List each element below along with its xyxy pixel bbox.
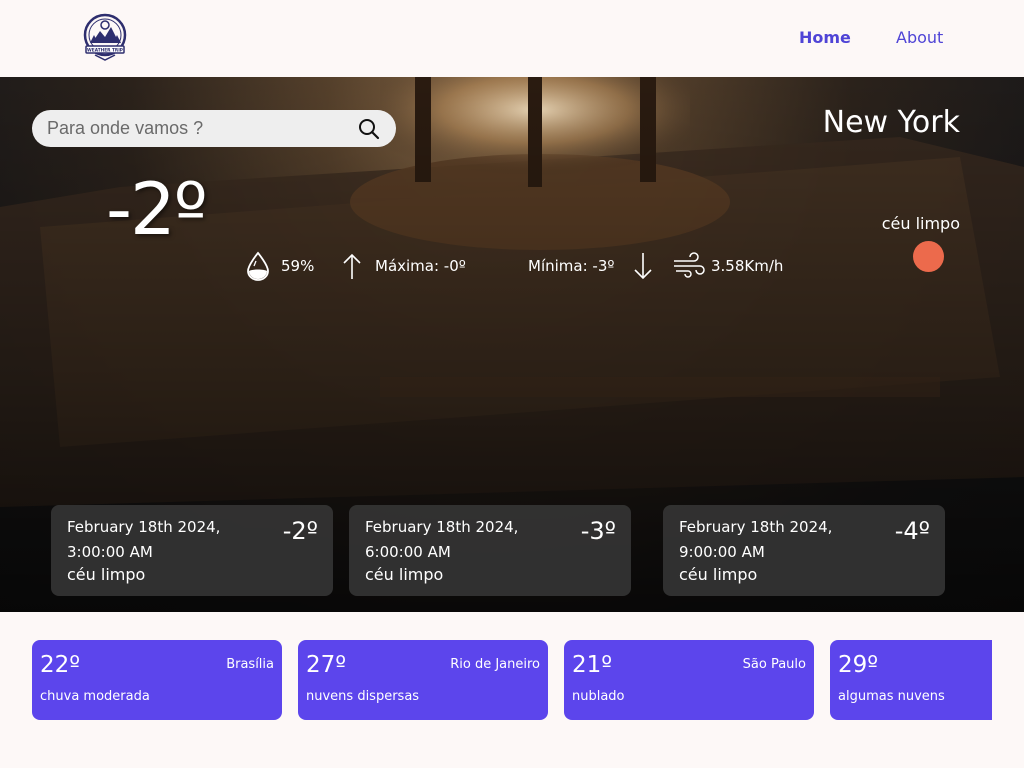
forecast-temperature: -4º xyxy=(894,517,930,545)
wind-speed: 3.58Km/h xyxy=(711,257,784,275)
forecast-description: céu limpo xyxy=(679,565,758,584)
weather-hero: -2º New York céu limpo 59% Máxima: -0º M… xyxy=(0,77,1024,612)
water-drop-icon xyxy=(247,251,269,281)
city-card-temperature: 29º xyxy=(838,652,879,678)
city-cards-section: 22º Brasília chuva moderada 27º Rio de J… xyxy=(0,612,1024,768)
search-icon[interactable] xyxy=(358,118,380,140)
wind-icon xyxy=(674,252,705,278)
weather-trip-logo[interactable]: WEATHER TRIP xyxy=(80,13,130,63)
nav-link-home[interactable]: Home xyxy=(799,28,851,47)
city-card-description: algumas nuvens xyxy=(838,689,945,704)
navbar: WEATHER TRIP Home About xyxy=(0,0,1024,77)
city-card[interactable]: 29º algumas nuvens xyxy=(830,640,992,720)
city-name: New York xyxy=(822,105,960,140)
city-card-name: São Paulo xyxy=(742,657,806,672)
min-temperature: Mínima: -3º xyxy=(528,257,615,275)
city-card-description: nuvens dispersas xyxy=(306,689,420,704)
forecast-date-line1: February 18th 2024, xyxy=(67,518,221,536)
city-cards-carousel[interactable]: 22º Brasília chuva moderada 27º Rio de J… xyxy=(0,612,992,768)
forecast-card: February 18th 2024, 9:00:00 AM céu limpo… xyxy=(663,505,945,596)
forecast-temperature: -2º xyxy=(282,517,318,545)
current-temperature: -2º xyxy=(106,167,208,251)
forecast-date-line2: 9:00:00 AM xyxy=(679,543,765,561)
forecast-date: February 18th 2024, 9:00:00 AM xyxy=(679,515,869,565)
city-card-brasilia[interactable]: 22º Brasília chuva moderada xyxy=(32,640,282,720)
humidity-value: 59% xyxy=(281,257,315,275)
forecast-description: céu limpo xyxy=(67,565,146,584)
forecast-temperature: -3º xyxy=(580,517,616,545)
forecast-date-line2: 6:00:00 AM xyxy=(365,543,451,561)
forecast-description: céu limpo xyxy=(365,565,444,584)
nav-link-about[interactable]: About xyxy=(896,28,943,47)
city-card-description: nublado xyxy=(572,689,625,704)
forecast-date-line1: February 18th 2024, xyxy=(679,518,833,536)
city-card-description: chuva moderada xyxy=(40,689,150,704)
city-card-name: Rio de Janeiro xyxy=(450,657,540,672)
forecast-date: February 18th 2024, 3:00:00 AM xyxy=(67,515,257,565)
arrow-up-icon xyxy=(343,253,361,279)
forecast-card: February 18th 2024, 3:00:00 AM céu limpo… xyxy=(51,505,333,596)
city-card-temperature: 22º xyxy=(40,652,81,678)
forecast-card: February 18th 2024, 6:00:00 AM céu limpo… xyxy=(349,505,631,596)
city-card-sao-paulo[interactable]: 21º São Paulo nublado xyxy=(564,640,814,720)
weather-description: céu limpo xyxy=(881,214,960,233)
search-input[interactable] xyxy=(47,110,347,147)
max-temperature: Máxima: -0º xyxy=(375,257,466,275)
arrow-down-icon xyxy=(634,253,652,280)
city-card-temperature: 27º xyxy=(306,652,347,678)
city-card-name: Brasília xyxy=(226,657,274,672)
city-card-temperature: 21º xyxy=(572,652,613,678)
forecast-date: February 18th 2024, 6:00:00 AM xyxy=(365,515,555,565)
sun-icon xyxy=(913,241,944,272)
city-card-rio-de-janeiro[interactable]: 27º Rio de Janeiro nuvens dispersas xyxy=(298,640,548,720)
logo-text: WEATHER TRIP xyxy=(87,48,123,54)
forecast-date-line1: February 18th 2024, xyxy=(365,518,519,536)
search-box xyxy=(32,110,396,147)
forecast-date-line2: 3:00:00 AM xyxy=(67,543,153,561)
